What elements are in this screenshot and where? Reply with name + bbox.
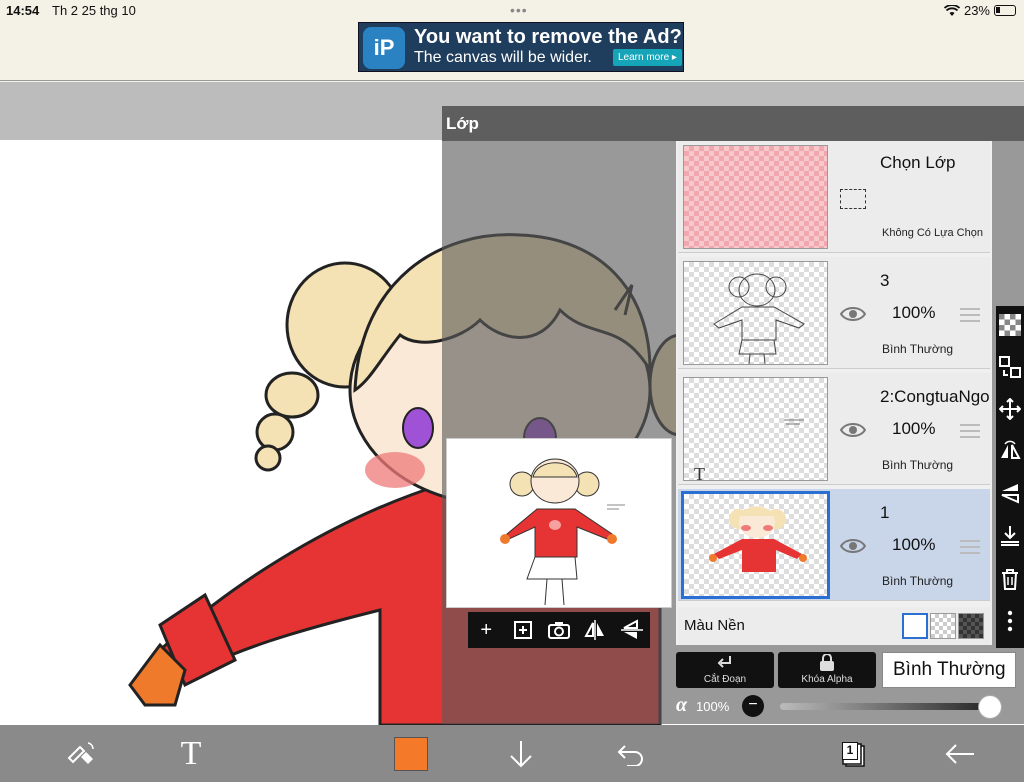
drag-handle-icon[interactable]: [960, 539, 980, 555]
text-layer-preview: [784, 419, 804, 425]
download-icon[interactable]: [506, 737, 536, 771]
flip-layer-horizontal-icon[interactable]: [999, 440, 1021, 462]
opacity-row: α 100% −: [676, 694, 1024, 720]
ad-subtitle: The canvas will be wider.: [414, 49, 592, 66]
current-color-swatch[interactable]: [394, 737, 428, 771]
background-transparent-swatch[interactable]: [930, 613, 956, 639]
status-time: 14:54: [6, 3, 40, 18]
opacity-slider-knob[interactable]: [978, 695, 1002, 719]
bottom-toolbar: T 1: [0, 725, 1024, 782]
layer-name: 3: [880, 271, 890, 290]
merge-down-icon[interactable]: [999, 524, 1021, 546]
selection-layer-subtitle: Không Có Lựa Chọn: [882, 227, 983, 239]
alpha-lock-button[interactable]: Khóa Alpha: [778, 652, 876, 688]
layer-1-color: [709, 506, 807, 572]
layer-thumbnail: T: [683, 377, 828, 481]
selection-layer-row[interactable]: Chọn Lớp Không Có Lựa Chọn: [678, 141, 990, 253]
layer-panel-header: Lớp: [442, 106, 1024, 141]
layer-blend-mode: Bình Thường: [882, 574, 954, 588]
add-special-layer-icon[interactable]: [510, 617, 536, 643]
layer-panel: Lớp + Chọn Lớp Không Có Lựa Chọn 3 100% …: [442, 106, 1024, 724]
status-bar: 14:54 Th 2 25 thg 10 ••• 23%: [0, 0, 1024, 22]
add-layer-icon[interactable]: +: [473, 617, 499, 643]
clipping-button[interactable]: Cắt Đoạn: [676, 652, 774, 688]
status-date: Th 2 25 thg 10: [52, 3, 136, 18]
drag-handle-icon[interactable]: [960, 307, 980, 323]
battery-percent: 23%: [963, 3, 990, 18]
status-right: 23%: [943, 3, 1016, 18]
opacity-decrease-button[interactable]: −: [742, 695, 764, 717]
layer-row[interactable]: T 2:CongtuaNgo 100% Bình Thường: [678, 373, 990, 485]
preview-artwork: [500, 458, 625, 606]
layer-row-selected[interactable]: 1 100% Bình Thường: [678, 489, 990, 601]
layer-list: Chọn Lớp Không Có Lựa Chọn 3 100% Bình T…: [676, 141, 992, 645]
wifi-icon: [943, 4, 960, 16]
clip-arrow-icon: [717, 656, 731, 668]
flip-vertical-icon[interactable]: [619, 617, 645, 643]
text-tool-icon[interactable]: T: [176, 735, 206, 772]
alpha-lock-icon: [820, 654, 834, 671]
more-options-icon[interactable]: [999, 610, 1021, 632]
layer-thumbnail: [683, 261, 828, 365]
background-color-label: Màu Nền: [684, 617, 745, 634]
layer-panel-title: Lớp: [446, 114, 479, 133]
move-icon[interactable]: [999, 398, 1021, 420]
ad-banner[interactable]: iP You want to remove the Ad? The canvas…: [358, 22, 684, 72]
opacity-slider[interactable]: [780, 703, 996, 710]
drag-handle-icon[interactable]: [960, 423, 980, 439]
ad-title: You want to remove the Ad?: [414, 26, 682, 48]
transfer-layer-icon[interactable]: [999, 356, 1021, 378]
layer-blend-mode: Bình Thường: [882, 458, 954, 472]
flip-layer-vertical-icon[interactable]: [999, 482, 1021, 504]
ad-strip: iP You want to remove the Ad? The canvas…: [0, 22, 1024, 81]
background-dark-swatch[interactable]: [958, 613, 984, 639]
text-layer-icon: T: [694, 464, 705, 481]
selection-layer-title: Chọn Lớp: [880, 153, 956, 172]
layer-tools-toolbar: [996, 306, 1024, 648]
background-color-row[interactable]: Màu Nền: [678, 607, 990, 645]
layer-opacity: 100%: [892, 419, 936, 438]
canvas-preview[interactable]: [446, 438, 672, 608]
battery-icon: [994, 5, 1016, 16]
alpha-symbol: α: [676, 694, 688, 716]
camera-icon[interactable]: [546, 617, 572, 643]
layer-row[interactable]: 3 100% Bình Thường: [678, 257, 990, 369]
selection-layer-thumbnail: [683, 145, 828, 249]
multitask-dots-icon[interactable]: •••: [510, 2, 528, 18]
selection-rect-icon: [840, 189, 866, 209]
layer-thumbnail: [681, 491, 830, 599]
layer-count-badge[interactable]: 1: [842, 742, 858, 760]
clipping-label: Cắt Đoạn: [703, 674, 747, 685]
alpha-lock-label: Khóa Alpha: [801, 674, 853, 685]
transparency-grid-icon[interactable]: [999, 314, 1021, 336]
layer-opacity: 100%: [892, 303, 936, 322]
brush-eraser-toggle-icon[interactable]: [66, 737, 96, 771]
background-white-swatch[interactable]: [902, 613, 928, 639]
flip-horizontal-icon[interactable]: [582, 617, 608, 643]
delete-layer-icon[interactable]: [999, 568, 1021, 590]
layer-name: 1: [880, 503, 890, 522]
preview-toolbar: +: [468, 612, 650, 648]
opacity-value: 100%: [696, 699, 730, 714]
eye-icon[interactable]: [840, 305, 866, 323]
ibispaint-logo-icon: iP: [363, 27, 405, 69]
layer-3-sketch: [713, 273, 805, 364]
undo-icon[interactable]: [616, 737, 646, 771]
eye-icon[interactable]: [840, 537, 866, 555]
eye-icon[interactable]: [840, 421, 866, 439]
blend-mode-select[interactable]: Bình Thường: [882, 652, 1016, 688]
layer-opacity: 100%: [892, 535, 936, 554]
ad-learn-more-button[interactable]: Learn more ▸: [613, 49, 682, 66]
back-arrow-icon[interactable]: [944, 737, 976, 771]
layer-blend-mode: Bình Thường: [882, 342, 954, 356]
layer-name: 2:CongtuaNgo: [880, 387, 990, 406]
